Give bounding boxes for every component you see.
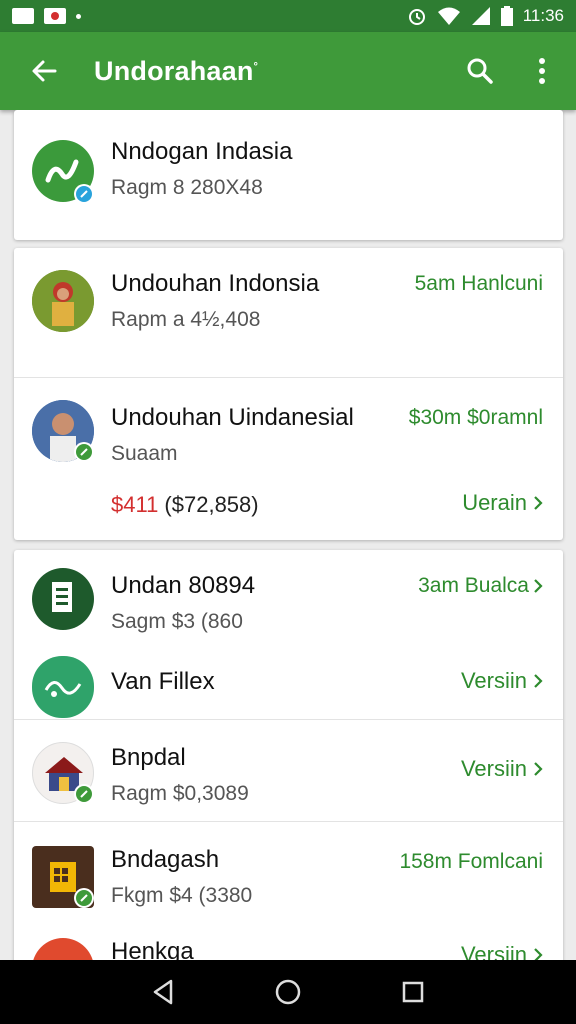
item-meta: 5am Hanlcuni	[414, 272, 543, 295]
app-logo-avatar	[32, 938, 94, 960]
item-subtitle: Ragm $0,3089	[111, 782, 249, 805]
verified-badge	[74, 888, 94, 908]
app-logo-avatar	[32, 568, 94, 630]
title-mark: °	[253, 60, 259, 73]
item-subtitle: Suaam	[111, 442, 178, 465]
pencil-icon	[80, 894, 88, 902]
version-link[interactable]: Uerain	[462, 490, 543, 516]
chevron-right-icon	[534, 496, 543, 510]
verified-badge	[74, 784, 94, 804]
item-title: Undouhan Uindanesial	[111, 404, 354, 431]
chevron-right-icon	[534, 579, 543, 593]
price-detail: ($72,858)	[158, 492, 259, 517]
nav-home-button[interactable]	[268, 972, 308, 1012]
pencil-icon	[80, 790, 88, 798]
page-title: Undorahaan°	[94, 55, 259, 86]
item-title: Bndagash	[111, 846, 220, 873]
chevron-right-icon	[534, 762, 543, 776]
item-title: Van Fillex	[111, 668, 215, 695]
circle-home-icon	[275, 979, 301, 1005]
item-meta: $30m $0ramnl	[408, 406, 543, 429]
alarm-icon	[408, 9, 425, 25]
portrait-image-icon	[32, 270, 94, 332]
calligraphy-logo-icon	[44, 681, 82, 697]
content-list[interactable]: Nndogan Indasia Ragm 8 280X48 Undouhan I…	[0, 110, 576, 960]
list-card: Undan 80894 Sagm $3 (860 3am Bualca Van …	[14, 550, 563, 960]
chevron-right-icon	[534, 674, 543, 688]
avatar	[32, 270, 94, 332]
arrow-back-icon	[32, 60, 57, 82]
list-item[interactable]: Nndogan Indasia Ragm 8 280X48	[14, 110, 563, 240]
wifi-icon	[437, 7, 460, 25]
item-subtitle: Fkgm $4 (3380	[111, 884, 253, 907]
nav-recents-button[interactable]	[393, 972, 433, 1012]
list-item[interactable]: Undouhan Indonsia Rapm a 4½,408 5am Hanl…	[14, 248, 563, 378]
search-button[interactable]	[460, 51, 500, 91]
square-recents-icon	[403, 981, 424, 1003]
item-title: Undouhan Indonsia	[111, 270, 320, 297]
more-vert-icon	[539, 58, 545, 84]
item-meta: 3am Bualca	[418, 574, 543, 598]
verified-badge	[74, 184, 94, 204]
verified-badge	[74, 442, 94, 462]
list-item[interactable]: Bnpdal Ragm $0,3089 Versiin	[14, 720, 563, 822]
price-highlight: $411	[111, 492, 159, 517]
signal-icon	[471, 7, 490, 25]
battery-icon	[500, 6, 513, 26]
version-link[interactable]: Versiin	[461, 668, 543, 694]
more-notifications-dot-icon	[76, 13, 81, 19]
item-title: Undan 80894	[111, 572, 256, 599]
item-subtitle: Rapm a 4½,408	[111, 308, 261, 331]
item-price: $411 ($72,858)	[111, 492, 259, 518]
app-bar: Undorahaan°	[0, 32, 576, 110]
item-meta: 158m Fomlcani	[399, 850, 543, 873]
notification-icon	[12, 8, 34, 24]
item-title: Henkga	[111, 938, 194, 960]
list-card: Nndogan Indasia Ragm 8 280X48	[14, 110, 563, 240]
chevron-right-icon	[534, 948, 543, 960]
list-item[interactable]: Bndagash Fkgm $4 (3380 158m Fomlcani Hen…	[14, 822, 563, 960]
system-nav-bar	[0, 960, 576, 1024]
item-title: Bnpdal	[111, 744, 186, 771]
item-subtitle: Ragm 8 280X48	[111, 176, 263, 199]
list-item[interactable]: Undan 80894 Sagm $3 (860 3am Bualca Van …	[14, 550, 563, 720]
nav-back-button[interactable]	[143, 972, 183, 1012]
overflow-menu-button[interactable]	[522, 51, 562, 91]
search-icon	[467, 58, 493, 84]
pencil-icon	[80, 448, 88, 456]
version-link[interactable]: Versiin	[461, 756, 543, 782]
triangle-back-icon	[153, 979, 172, 1005]
list-item[interactable]: Undouhan Uindanesial Suaam $30m $0ramnl …	[14, 378, 563, 540]
flag-notification-icon	[44, 8, 66, 24]
back-button[interactable]	[18, 45, 70, 97]
status-bar: 11:36	[0, 0, 576, 32]
version-link[interactable]: Versiin	[461, 942, 543, 960]
item-subtitle: Sagm $3 (860	[111, 610, 243, 633]
app-logo-avatar	[32, 656, 94, 718]
status-time: 11:36	[522, 6, 564, 25]
item-title: Nndogan Indasia	[111, 138, 293, 165]
list-card: Undouhan Indonsia Rapm a 4½,408 5am Hanl…	[14, 248, 563, 540]
document-icon	[52, 582, 72, 612]
pencil-icon	[80, 190, 88, 198]
